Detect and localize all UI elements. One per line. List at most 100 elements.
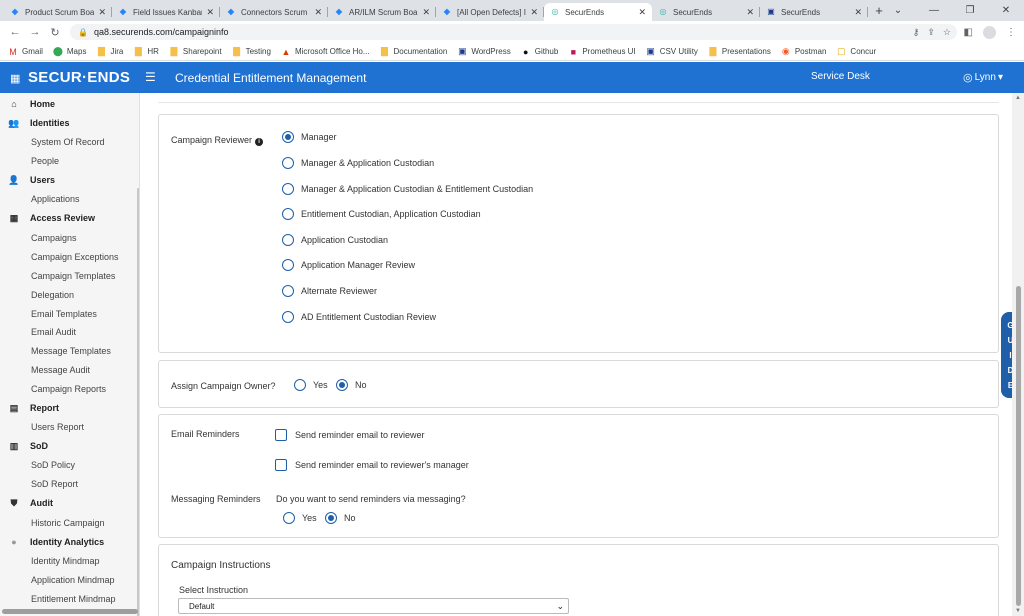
reviewer-option-app-custodian[interactable]: Application Custodian bbox=[282, 234, 388, 246]
close-icon[interactable]: ✕ bbox=[638, 7, 646, 18]
radio-button[interactable] bbox=[282, 234, 294, 246]
sidebar-item-campaign-reports[interactable]: Campaign Reports bbox=[0, 380, 139, 398]
profile-avatar[interactable] bbox=[983, 25, 996, 39]
horizontal-scrollbar[interactable] bbox=[2, 609, 138, 614]
url-input[interactable]: 🔒 qa8.securends.com/campaigninfo ⚷ ⇪ ☆ bbox=[70, 24, 957, 40]
browser-tab[interactable]: ▣ SecurEnds ✕ bbox=[760, 3, 868, 21]
sidebar-item-access-review[interactable]: ▦ Access Review bbox=[0, 209, 139, 227]
chevron-down-icon[interactable]: ⌄ bbox=[880, 5, 916, 16]
radio-button[interactable] bbox=[282, 259, 294, 271]
sidebar-item-people[interactable]: People bbox=[0, 152, 139, 170]
sidebar-item-sod-report[interactable]: SoD Report bbox=[0, 475, 139, 493]
sidebar-item-identity-analytics[interactable]: ● Identity Analytics bbox=[0, 533, 139, 551]
sidebar-item-system-of-record[interactable]: System Of Record bbox=[0, 133, 139, 151]
browser-tab[interactable]: ◆Field Issues Kanban B✕ bbox=[112, 3, 220, 21]
close-icon[interactable]: ✕ bbox=[854, 7, 862, 18]
sidebar-item-email-audit[interactable]: Email Audit bbox=[0, 323, 139, 341]
instruction-select[interactable]: Default ⌄ bbox=[178, 598, 569, 614]
sidebar-item-email-templates[interactable]: Email Templates bbox=[0, 305, 139, 323]
close-icon[interactable]: ✕ bbox=[98, 7, 106, 18]
bookmark-maps[interactable]: ⬤ Maps bbox=[53, 46, 87, 57]
reviewer-option-manager-app-ent-custodian[interactable]: Manager & Application Custodian & Entitl… bbox=[282, 183, 533, 195]
sidebar-item-sod[interactable]: ▥ SoD bbox=[0, 437, 139, 455]
key-icon[interactable]: ⚷ bbox=[913, 27, 920, 38]
radio-button[interactable] bbox=[282, 208, 294, 220]
share-icon[interactable]: ⇪ bbox=[927, 27, 935, 38]
radio-button[interactable] bbox=[282, 183, 294, 195]
browser-tab[interactable]: ◆ Connectors Scrum B ✕ bbox=[220, 3, 328, 21]
bookmark-testing[interactable]: ▇ Testing bbox=[232, 46, 271, 57]
side-panel-icon[interactable]: ◧ bbox=[964, 27, 973, 38]
radio-button[interactable] bbox=[282, 157, 294, 169]
close-icon[interactable]: ✕ bbox=[314, 7, 322, 18]
scroll-up-icon[interactable]: ▲ bbox=[1015, 95, 1021, 101]
reviewer-option-ent-app-custodian[interactable]: Entitlement Custodian, Application Custo… bbox=[282, 208, 481, 220]
radio-button[interactable] bbox=[294, 379, 306, 391]
bookmark-jira[interactable]: ▇ Jira bbox=[96, 46, 123, 57]
sidebar-item-message-audit[interactable]: Message Audit bbox=[0, 361, 139, 379]
browser-tab[interactable]: ◎ SecurEnds ✕ bbox=[652, 3, 760, 21]
browser-tab[interactable]: ◆ Product Scrum Board ✕ bbox=[4, 3, 112, 21]
checkbox[interactable] bbox=[275, 429, 287, 441]
reviewer-option-manager[interactable]: Manager bbox=[282, 131, 337, 143]
close-window-icon[interactable]: ✕ bbox=[988, 5, 1024, 16]
sidebar-item-report[interactable]: ▤ Report bbox=[0, 399, 139, 417]
radio-button[interactable] bbox=[282, 311, 294, 323]
sidebar-scrollbar[interactable] bbox=[137, 188, 139, 616]
bookmark-documentation[interactable]: ▇ Documentation bbox=[380, 46, 447, 57]
sidebar-item-entitlement-mindmap[interactable]: Entitlement Mindmap bbox=[0, 590, 139, 608]
checkbox[interactable] bbox=[275, 459, 287, 471]
browser-tab[interactable]: ◆ [All Open Defects] In ✕ bbox=[436, 3, 544, 21]
reminder-manager-checkbox[interactable]: Send reminder email to reviewer's manage… bbox=[275, 459, 469, 471]
bookmark-postman[interactable]: ◉ Postman bbox=[781, 46, 827, 57]
bookmark-office[interactable]: ▲ Microsoft Office Ho... bbox=[281, 47, 370, 57]
sidebar-item-delegation[interactable]: Delegation bbox=[0, 286, 139, 304]
service-desk-link[interactable]: Service Desk bbox=[811, 71, 870, 82]
hamburger-menu-icon[interactable]: ☰ bbox=[145, 70, 156, 84]
apps-grid-icon[interactable]: ▦ bbox=[10, 72, 20, 85]
more-menu-icon[interactable]: ⋮ bbox=[1006, 27, 1016, 38]
bookmark-presentations[interactable]: ▇ Presentations bbox=[708, 46, 770, 57]
close-icon[interactable]: ✕ bbox=[746, 7, 754, 18]
reviewer-option-alternate[interactable]: Alternate Reviewer bbox=[282, 285, 377, 297]
messaging-no-option[interactable]: No bbox=[325, 512, 356, 524]
sidebar-item-audit[interactable]: ⛊ Audit bbox=[0, 494, 139, 512]
sidebar-item-campaigns[interactable]: Campaigns bbox=[0, 229, 139, 247]
close-icon[interactable]: ✕ bbox=[422, 7, 430, 18]
sidebar-item-campaign-templates[interactable]: Campaign Templates bbox=[0, 267, 139, 285]
bookmark-wordpress[interactable]: ▣ WordPress bbox=[457, 46, 511, 57]
reviewer-option-ad-ent-custodian[interactable]: AD Entitlement Custodian Review bbox=[282, 311, 436, 323]
reviewer-option-app-manager-review[interactable]: Application Manager Review bbox=[282, 259, 415, 271]
scroll-down-icon[interactable]: ▼ bbox=[1015, 608, 1021, 614]
messaging-yes-option[interactable]: Yes bbox=[283, 512, 317, 524]
owner-yes-option[interactable]: Yes bbox=[294, 379, 328, 391]
radio-button[interactable] bbox=[336, 379, 348, 391]
bookmark-csv-utility[interactable]: ▣ CSV Utility bbox=[646, 46, 698, 57]
bookmark-sharepoint[interactable]: ▇ Sharepoint bbox=[169, 46, 221, 57]
bookmark-concur[interactable]: ▢ Concur bbox=[836, 46, 876, 57]
sidebar-item-message-templates[interactable]: Message Templates bbox=[0, 342, 139, 360]
bookmark-hr[interactable]: ▇ HR bbox=[133, 46, 159, 57]
restore-icon[interactable]: ❐ bbox=[952, 5, 988, 16]
radio-button[interactable] bbox=[282, 285, 294, 297]
browser-tab[interactable]: ◆ AR/ILM Scrum Board ✕ bbox=[328, 3, 436, 21]
sidebar-item-users-report[interactable]: Users Report bbox=[0, 418, 139, 436]
info-icon[interactable]: i bbox=[255, 138, 264, 146]
forward-icon[interactable]: → bbox=[26, 26, 44, 38]
sidebar-item-identities[interactable]: 👥 Identities bbox=[0, 114, 139, 132]
owner-no-option[interactable]: No bbox=[336, 379, 367, 391]
sidebar-item-identity-mindmap[interactable]: Identity Mindmap bbox=[0, 552, 139, 570]
bookmark-gmail[interactable]: M Gmail bbox=[8, 47, 43, 57]
bookmark-prometheus[interactable]: ■ Prometheus UI bbox=[568, 47, 636, 57]
radio-button[interactable] bbox=[283, 512, 295, 524]
sidebar-item-users[interactable]: 👤 Users bbox=[0, 171, 139, 189]
reload-icon[interactable]: ↻ bbox=[46, 26, 64, 39]
close-icon[interactable]: ✕ bbox=[206, 7, 214, 18]
sidebar-item-sod-policy[interactable]: SoD Policy bbox=[0, 456, 139, 474]
sidebar-item-campaign-exceptions[interactable]: Campaign Exceptions bbox=[0, 248, 139, 266]
minimize-icon[interactable]: — bbox=[916, 5, 952, 16]
lock-icon[interactable]: 🔒 bbox=[78, 28, 88, 37]
close-icon[interactable]: ✕ bbox=[530, 7, 538, 18]
reminder-reviewer-checkbox[interactable]: Send reminder email to reviewer bbox=[275, 429, 425, 441]
reviewer-option-manager-app-custodian[interactable]: Manager & Application Custodian bbox=[282, 157, 434, 169]
